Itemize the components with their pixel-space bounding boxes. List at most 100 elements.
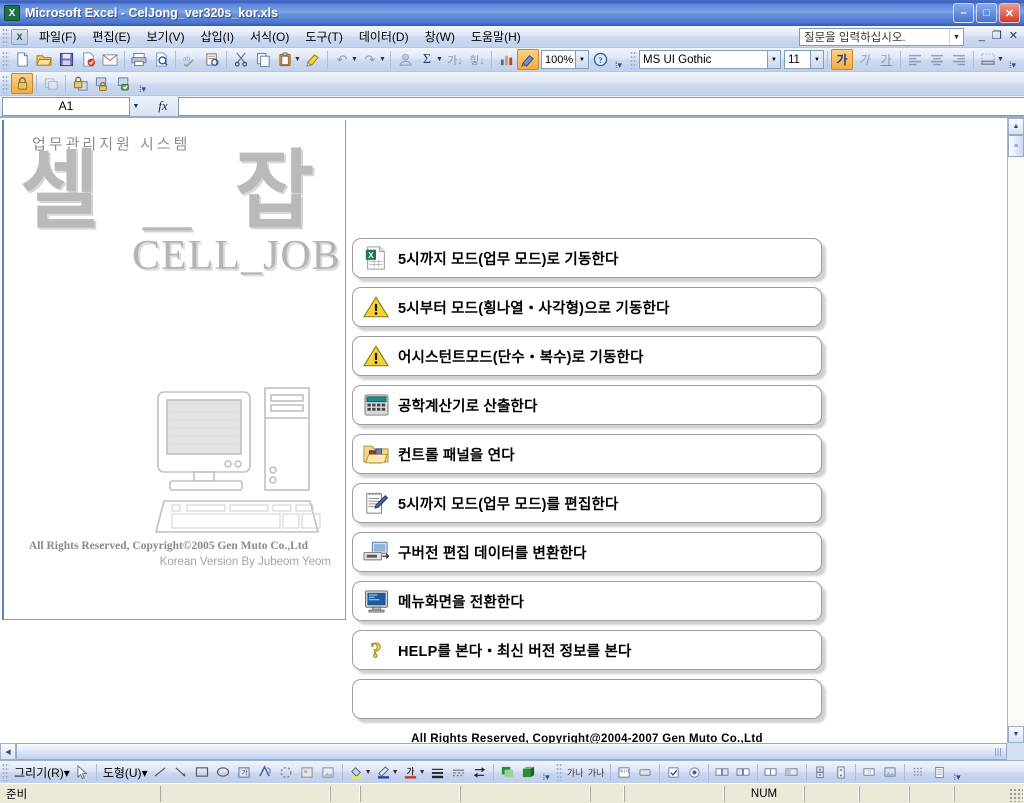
paste-dropdown-arrow-icon[interactable]: ▼: [293, 56, 302, 63]
menu-button-start-until5[interactable]: X 5시까지 모드(업무 모드)로 기동한다: [352, 238, 822, 278]
undo-icon[interactable]: ↶: [331, 49, 353, 70]
new-icon[interactable]: [11, 49, 33, 70]
picture-icon[interactable]: [318, 762, 339, 782]
protect-sheet-icon[interactable]: [69, 73, 91, 94]
format-painter-icon[interactable]: [302, 49, 324, 70]
hyperlink-icon[interactable]: [394, 49, 416, 70]
chevron-down-icon[interactable]: ▼: [949, 29, 963, 45]
doc-close-button[interactable]: ✕: [1009, 29, 1018, 42]
worksheet-canvas[interactable]: 업무관리지원 시스템 셀_잡 CELL_JOB All Rights Reser…: [0, 118, 1007, 743]
3d-style-icon[interactable]: [518, 762, 539, 782]
control-toolbox-grip[interactable]: [555, 763, 563, 781]
print-preview-icon[interactable]: [150, 49, 172, 70]
menu-button-empty[interactable]: [352, 679, 822, 719]
menu-help[interactable]: 도움말(H): [463, 25, 529, 48]
doc-minimize-button[interactable]: _: [979, 30, 985, 42]
open-icon[interactable]: [33, 49, 55, 70]
scroll-up-button[interactable]: ▲: [1008, 118, 1024, 135]
chevron-down-icon[interactable]: ▼: [575, 51, 588, 68]
protect-share-icon[interactable]: [113, 73, 135, 94]
minimize-button[interactable]: –: [953, 3, 974, 23]
select-arrow-icon[interactable]: [72, 762, 93, 782]
allow-users-icon[interactable]: [40, 73, 62, 94]
help-icon[interactable]: ?: [589, 49, 611, 70]
shapes-menu-button[interactable]: 도형(U)▾: [100, 764, 150, 781]
textbox-ctl-icon[interactable]: [712, 762, 733, 782]
vertical-scroll-thumb[interactable]: ≡: [1008, 135, 1024, 157]
formatting-toolbar-grip[interactable]: [630, 50, 637, 69]
sort-descending-icon[interactable]: 힣↓: [466, 49, 488, 70]
formatting-toolbar-options-icon[interactable]: ⁞▾: [1007, 49, 1018, 71]
menu-format[interactable]: 서식(O): [242, 25, 297, 48]
protection-toolbar-grip[interactable]: [2, 74, 9, 93]
control-toolbox-options-icon[interactable]: ⁞▾: [952, 761, 963, 783]
menu-button-edit-until5[interactable]: 5시까지 모드(업무 모드)를 편집한다: [352, 483, 822, 523]
font-color-dropdown-arrow-icon[interactable]: ▼: [418, 769, 427, 776]
name-box-dropdown-icon[interactable]: ▼: [129, 98, 143, 115]
fill-color-dropdown-arrow-icon[interactable]: ▼: [364, 769, 373, 776]
rectangle-icon[interactable]: [192, 762, 213, 782]
standard-toolbar-grip[interactable]: [2, 50, 9, 69]
dash-style-icon[interactable]: [448, 762, 469, 782]
command-button-icon[interactable]: [635, 762, 656, 782]
image-ctl-icon[interactable]: [880, 762, 901, 782]
line-color-dropdown-arrow-icon[interactable]: ▼: [391, 769, 400, 776]
scroll-down-button[interactable]: ▼: [1008, 726, 1024, 743]
menu-button-calculator[interactable]: 공학계산기로 산출한다: [352, 385, 822, 425]
permission-icon[interactable]: [77, 49, 99, 70]
menu-insert[interactable]: 삽입(I): [193, 25, 242, 48]
properties-icon[interactable]: 가나: [586, 762, 607, 782]
doc-restore-button[interactable]: ❐: [992, 29, 1002, 42]
more-controls-icon[interactable]: [908, 762, 929, 782]
unprotect-sheet-icon[interactable]: [11, 73, 33, 94]
checkbox-icon[interactable]: [663, 762, 684, 782]
chevron-down-icon[interactable]: ▼: [767, 51, 780, 68]
align-right-icon[interactable]: [948, 49, 970, 70]
scroll-left-button[interactable]: ◀: [0, 743, 16, 760]
menu-tools[interactable]: 도구(T): [297, 25, 350, 48]
arrow-icon[interactable]: [171, 762, 192, 782]
diagram-icon[interactable]: [276, 762, 297, 782]
shadow-style-icon[interactable]: [497, 762, 518, 782]
toolbar-options-icon[interactable]: ⁞▾: [613, 49, 624, 71]
menu-button-assistant-mode[interactable]: 어시스턴트모드(단수・복수)로 기동한다: [352, 336, 822, 376]
drawing-toggle-icon[interactable]: [517, 49, 539, 70]
line-icon[interactable]: [150, 762, 171, 782]
properties2-icon[interactable]: [929, 762, 950, 782]
underline-button[interactable]: 가: [875, 49, 897, 70]
spelling-icon[interactable]: ab: [179, 49, 201, 70]
autosum-dropdown-arrow-icon[interactable]: ▼: [435, 56, 444, 63]
menu-button-start-from5[interactable]: 5시부터 모드(횡나열・사각형)으로 기동한다: [352, 287, 822, 327]
chevron-down-icon[interactable]: ▼: [810, 51, 823, 68]
email-icon[interactable]: [99, 49, 121, 70]
borders-icon[interactable]: [977, 49, 999, 70]
textbox-icon[interactable]: 가: [234, 762, 255, 782]
chart-wizard-icon[interactable]: [495, 49, 517, 70]
maximize-button[interactable]: □: [976, 3, 997, 23]
horizontal-scroll-thumb[interactable]: [16, 743, 1007, 760]
scrollbar-icon[interactable]: [831, 762, 852, 782]
vertical-scroll-track[interactable]: [1008, 157, 1024, 726]
menu-button-help[interactable]: ? HELP를 본다・최신 버전 정보를 본다: [352, 630, 822, 670]
copy-icon[interactable]: [252, 49, 274, 70]
view-code-icon[interactable]: 가나다: [614, 762, 635, 782]
font-name-combobox[interactable]: MS UI Gothic ▼: [639, 50, 781, 69]
insert-function-icon[interactable]: fx: [148, 98, 178, 114]
name-box[interactable]: A1 ▼: [2, 96, 139, 116]
redo-icon[interactable]: ↷: [359, 49, 381, 70]
research-icon[interactable]: [201, 49, 223, 70]
workbook-icon[interactable]: X: [11, 28, 28, 45]
menu-button-convert-data[interactable]: 구버전 편집 데이터를 변환한다: [352, 532, 822, 572]
oval-icon[interactable]: [213, 762, 234, 782]
listbox-icon[interactable]: [733, 762, 754, 782]
vertical-scrollbar[interactable]: ▲ ≡ ▼: [1007, 118, 1024, 743]
menu-button-control-panel[interactable]: 컨트롤 패널을 연다: [352, 434, 822, 474]
drawing-toolbar-options-icon[interactable]: ⁞▾: [541, 761, 552, 783]
menu-view[interactable]: 보기(V): [138, 25, 192, 48]
save-icon[interactable]: [55, 49, 77, 70]
menu-window[interactable]: 창(W): [417, 25, 463, 48]
menu-grip[interactable]: [2, 27, 9, 46]
resize-grip[interactable]: [1009, 788, 1023, 802]
close-button[interactable]: ✕: [999, 3, 1020, 23]
draw-menu-button[interactable]: 그리기(R)▾: [11, 764, 72, 781]
